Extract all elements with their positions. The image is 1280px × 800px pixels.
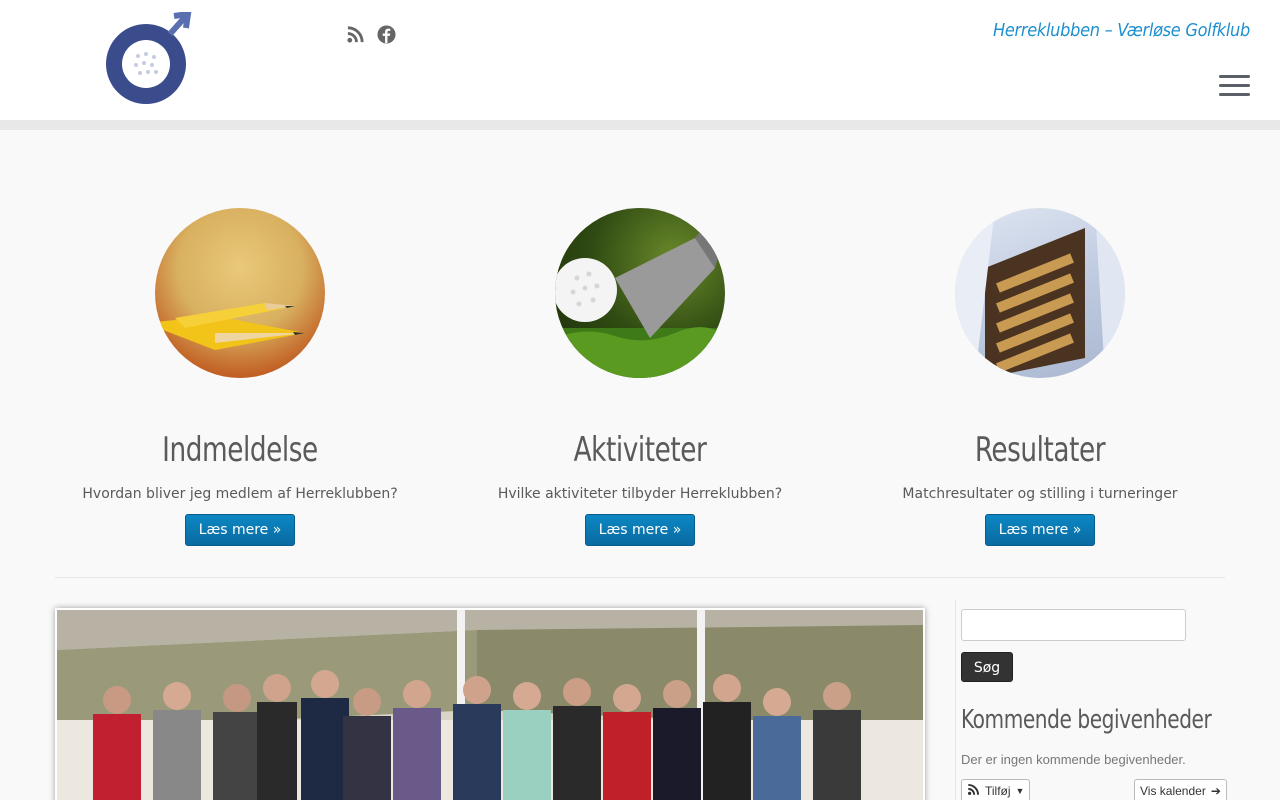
- site-header: Herreklubben – Værløse Golfklub: [0, 0, 1280, 120]
- search-input[interactable]: [961, 609, 1186, 641]
- arrow-right-icon: ➔: [1210, 784, 1221, 798]
- view-calendar-label: Vis kalender: [1140, 784, 1206, 798]
- feature-text: Hvordan bliver jeg medlem af Herreklubbe…: [82, 486, 398, 502]
- view-calendar-button[interactable]: Vis kalender ➔: [1134, 779, 1227, 800]
- header-divider: [0, 120, 1280, 130]
- read-more-button[interactable]: Læs mere »: [984, 514, 1096, 546]
- club-logo[interactable]: [104, 10, 192, 108]
- caret-down-icon: ▼: [1015, 786, 1025, 796]
- social-links: [346, 25, 396, 44]
- site-tagline[interactable]: Herreklubben – Værløse Golfklub: [993, 20, 1250, 41]
- sidebar-divider: [955, 600, 956, 800]
- golf-club-image[interactable]: [555, 208, 725, 378]
- feature-text: Matchresultater og stilling i turneringe…: [902, 486, 1178, 502]
- read-more-button[interactable]: Læs mere »: [584, 514, 696, 546]
- feature-aktiviteter: Aktiviteter Hvilke aktiviteter tilbyder …: [440, 208, 840, 546]
- rss-icon[interactable]: [346, 25, 365, 44]
- add-feed-button[interactable]: Tilføj ▼: [961, 779, 1031, 800]
- add-feed-label: Tilføj: [985, 784, 1011, 798]
- feature-indmeldelse: Indmeldelse Hvordan bliver jeg medlem af…: [40, 208, 440, 546]
- feature-title: Aktiviteter: [573, 430, 707, 470]
- feature-resultater: Resultater Matchresultater og stilling i…: [840, 208, 1240, 546]
- feature-title: Indmeldelse: [162, 430, 318, 470]
- feature-text: Hvilke aktiviteter tilbyder Herreklubben…: [497, 486, 783, 502]
- search-button[interactable]: Søg: [961, 652, 1013, 682]
- feature-title: Resultater: [974, 430, 1106, 470]
- facebook-icon[interactable]: [377, 25, 396, 44]
- read-more-button[interactable]: Læs mere »: [184, 514, 296, 546]
- hamburger-menu-button[interactable]: [1219, 75, 1250, 97]
- rss-icon: [967, 783, 980, 799]
- events-empty-text: Der er ingen kommende begivenheder.: [961, 752, 1186, 767]
- scoreboard-image[interactable]: [955, 208, 1125, 378]
- events-title: Kommende begivenheder: [961, 705, 1212, 735]
- group-photo[interactable]: [55, 608, 925, 800]
- section-divider: [55, 577, 1225, 578]
- pencils-image[interactable]: [155, 208, 325, 378]
